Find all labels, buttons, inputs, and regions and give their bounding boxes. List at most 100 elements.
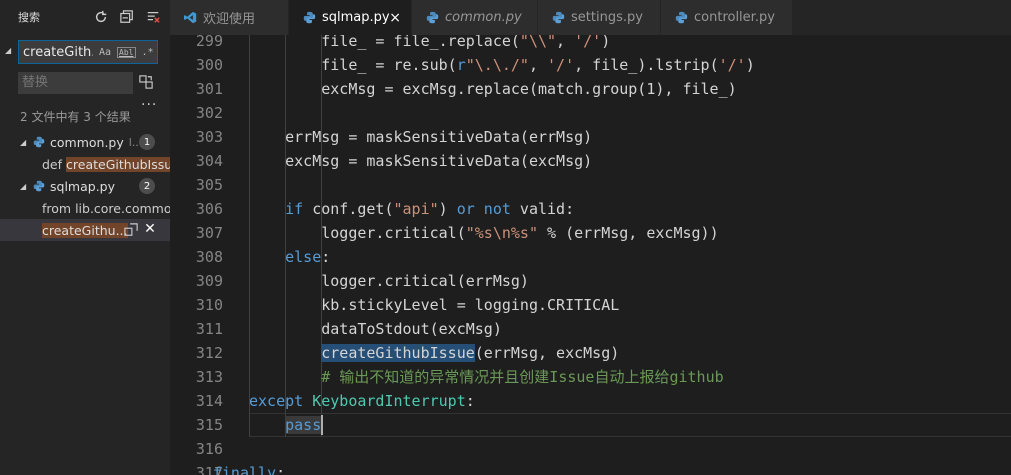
match-hit: createGithu... — [42, 222, 128, 238]
line-number: 313 — [195, 368, 223, 386]
code-line: excMsg = excMsg.replace(match.group(1), … — [321, 77, 736, 101]
code-token: valid: — [510, 200, 575, 218]
close-icon[interactable]: × — [389, 10, 401, 26]
dismiss-icon[interactable]: ✕ — [143, 221, 157, 237]
result-file-sqlmap[interactable]: ◢ sqlmap.py 2 — [0, 175, 170, 197]
code-token: finally — [212, 464, 277, 475]
code-line: finally: — [213, 461, 285, 475]
code-line: logger.critical(errMsg) — [321, 269, 529, 293]
line-number: 304 — [195, 152, 223, 170]
match-text: from lib.core.commo... — [42, 200, 170, 216]
code-token: : — [321, 248, 331, 266]
match-case-toggle[interactable]: Aa — [99, 47, 111, 58]
code-token: , file_).lstrip( — [574, 56, 719, 74]
code-line: file_ = re.sub(r"\.\./", '/', file_).lst… — [321, 53, 755, 77]
tab-settings[interactable]: settings.py — [538, 0, 661, 35]
code-token: "%s\n%s" — [465, 224, 538, 242]
code-token: '/' — [547, 56, 575, 74]
code-token: ) — [601, 35, 611, 50]
clear-results-icon[interactable] — [144, 8, 162, 26]
tab-welcome[interactable]: 欢迎使用 — [170, 0, 289, 35]
code-token: if — [285, 200, 304, 218]
tab-label: controller.py — [694, 10, 775, 25]
code-line: kb.stickyLevel = logging.CRITICAL — [321, 293, 619, 317]
use-regex-toggle[interactable]: .* — [142, 47, 154, 58]
code-line: pass — [285, 413, 322, 437]
result-file-common[interactable]: ◢ common.py l... 1 — [0, 131, 170, 153]
more-actions-icon[interactable]: ··· — [141, 97, 157, 113]
tab-sqlmap[interactable]: sqlmap.py × — [289, 0, 412, 35]
sidebar-header: 搜索 — [0, 0, 170, 34]
result-match[interactable]: from lib.core.commo... — [0, 197, 170, 219]
code-editor[interactable]: 299 300 301 302 303 304 305 306 307 308 309 310 311 3… — [170, 35, 1011, 475]
current-line-highlight — [249, 413, 1011, 437]
line-number: 303 — [195, 128, 223, 146]
tab-controller[interactable]: controller.py — [661, 0, 793, 35]
match-count-badge: 2 — [139, 178, 155, 194]
chevron-down-icon: ◢ — [20, 181, 27, 191]
python-icon — [33, 136, 45, 148]
result-match[interactable]: def createGithubIssu... — [0, 153, 170, 175]
search-row: ◢ Aa Abl .* — [0, 40, 170, 66]
replace-input[interactable] — [18, 71, 133, 94]
code-token: ) — [745, 56, 755, 74]
line-number: 305 — [195, 176, 223, 194]
tab-label: 欢迎使用 — [203, 12, 256, 27]
code-token: : — [465, 392, 475, 410]
search-input[interactable] — [23, 44, 93, 60]
replace-icon[interactable] — [124, 223, 138, 237]
line-number: 311 — [195, 320, 223, 338]
line-number: 312 — [195, 344, 223, 362]
collapse-all-icon[interactable] — [118, 8, 136, 26]
code-line: # 输出不知道的异常情况并且创建Issue自动上报给github — [321, 365, 723, 389]
replace-row — [18, 71, 170, 95]
tab-label: settings.py — [571, 10, 643, 25]
tab-common[interactable]: common.py — [412, 0, 538, 35]
tab-label: common.py — [445, 10, 522, 25]
search-box: Aa Abl .* — [18, 40, 158, 64]
code-line: logger.critical("%s\n%s" % (errMsg, excM… — [321, 221, 718, 245]
line-number: 300 — [195, 56, 223, 74]
code-token: KeyboardInterrupt — [312, 392, 466, 410]
code-token: "\.\./" — [465, 56, 529, 74]
line-number: 314 — [195, 392, 223, 410]
code-token: '/' — [718, 56, 746, 74]
python-icon — [675, 11, 688, 24]
line-number: 310 — [195, 296, 223, 314]
match-count-badge: 1 — [139, 134, 155, 150]
code-line: createGithubIssue(errMsg, excMsg) — [321, 341, 619, 365]
code-token: excMsg = maskSensitiveData(excMsg) — [285, 152, 593, 170]
chevron-down-icon: ◢ — [20, 137, 27, 147]
indent-guide — [249, 35, 250, 437]
line-number: 315 — [195, 416, 223, 434]
line-number: 306 — [195, 200, 223, 218]
python-icon — [552, 11, 565, 24]
code-line: dataToStdout(excMsg) — [321, 317, 502, 341]
code-token: (errMsg, excMsg) — [474, 344, 620, 362]
code-token: logger.critical(errMsg) — [321, 272, 529, 290]
match-whole-word-toggle[interactable]: Abl — [117, 46, 136, 58]
code-token: except — [249, 392, 304, 410]
code-token: conf.get( — [303, 200, 394, 218]
code-token: or — [456, 200, 475, 218]
result-match-selected[interactable]: createGithu... ✕ — [0, 219, 170, 241]
result-file-name: sqlmap.py — [50, 178, 115, 194]
line-number: 302 — [195, 104, 223, 122]
line-number: 301 — [195, 80, 223, 98]
code-token: file_ = re.sub( — [321, 56, 457, 74]
code-token: r — [456, 56, 466, 74]
code-token: , — [528, 56, 548, 74]
python-icon — [426, 11, 439, 24]
code-token: not — [483, 200, 511, 218]
text-cursor — [321, 415, 324, 435]
code-token: : — [276, 464, 286, 475]
code-token: '/' — [574, 35, 602, 50]
refresh-icon[interactable] — [92, 8, 110, 26]
match-hit: createGithubIssu... — [66, 156, 170, 172]
replace-all-icon[interactable] — [139, 75, 153, 89]
line-number: 308 — [195, 248, 223, 266]
chevron-down-icon[interactable]: ◢ — [5, 46, 11, 55]
search-sidebar: 搜索 ◢ Aa Abl .* ··· 2 文件中有 3 个结果 ◢ common… — [0, 0, 170, 475]
